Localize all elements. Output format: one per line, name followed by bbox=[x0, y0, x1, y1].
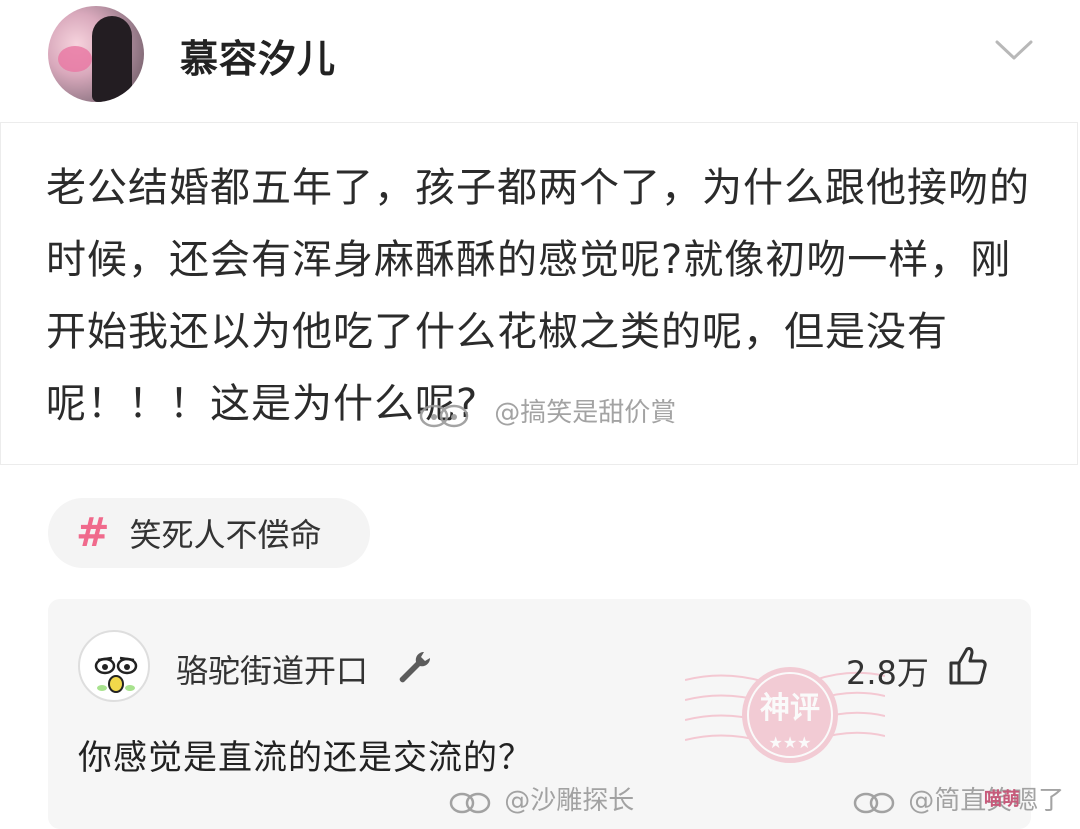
weibo-logo-icon bbox=[853, 792, 895, 813]
corner-logo: 喵萌 bbox=[984, 789, 1020, 810]
avatar-flower bbox=[58, 46, 92, 72]
author-name[interactable]: 慕容汐儿 bbox=[180, 28, 336, 83]
topic-tag[interactable]: # 笑死人不偿命 bbox=[48, 498, 370, 568]
comment-text: 你感觉是直流的还是交流的？ bbox=[78, 738, 533, 778]
watermark-bottom-right: @简直笑嗯了 bbox=[852, 780, 1064, 817]
avatar-figure bbox=[92, 16, 132, 102]
watermark-bottom-left: @沙雕探长 bbox=[448, 780, 634, 817]
chevron-down-icon[interactable] bbox=[994, 38, 1034, 62]
svg-text:★★★: ★★★ bbox=[768, 733, 811, 752]
watermark-post-text: @搞笑是甜价賞 bbox=[494, 398, 677, 428]
watermark-post: @搞笑是甜价賞 bbox=[418, 392, 676, 429]
commenter-name[interactable]: 骆驼街道开口 bbox=[176, 646, 368, 692]
author-avatar[interactable] bbox=[48, 6, 144, 102]
hash-icon: # bbox=[76, 510, 110, 556]
weibo-logo-icon bbox=[449, 792, 491, 813]
topic-tag-label: 笑死人不偿命 bbox=[129, 516, 322, 554]
watermark-bottom-left-text: @沙雕探长 bbox=[504, 786, 635, 816]
weibo-logo-icon bbox=[419, 404, 469, 427]
like-count: 2.8万 bbox=[846, 654, 929, 692]
wrench-icon bbox=[399, 651, 431, 683]
thumbs-up-icon[interactable] bbox=[948, 645, 988, 687]
commenter-avatar[interactable] bbox=[78, 630, 150, 702]
stamp-text: 神评 bbox=[760, 691, 820, 726]
